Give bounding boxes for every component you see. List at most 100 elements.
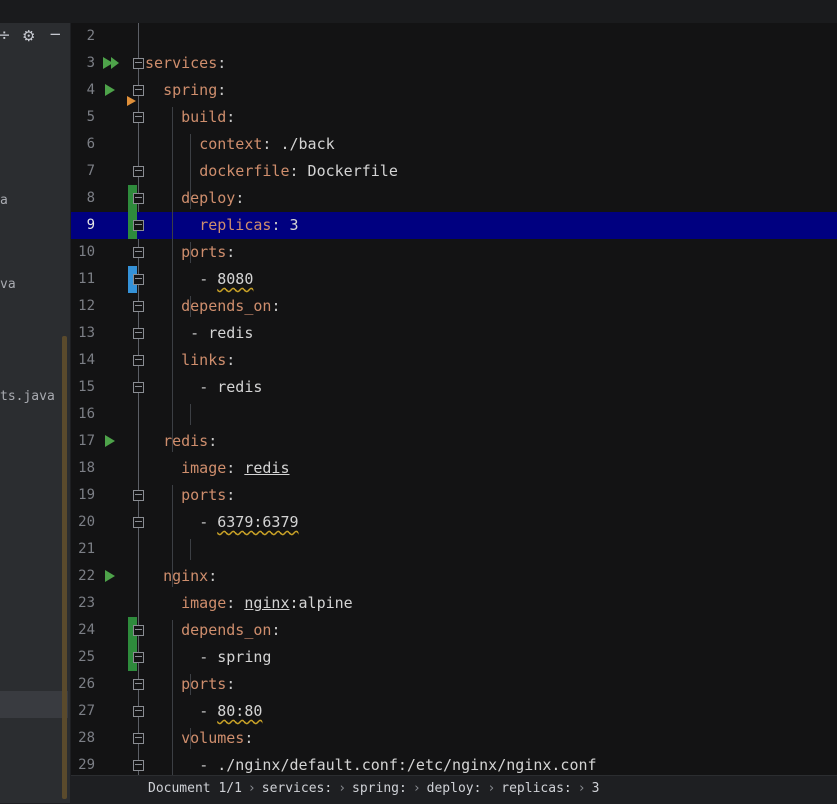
code-line[interactable]: 2 bbox=[71, 23, 837, 50]
code-text[interactable]: depends_on: bbox=[145, 617, 280, 644]
breadcrumb-item[interactable]: 3 bbox=[592, 781, 600, 796]
fold-icon[interactable] bbox=[133, 760, 144, 771]
code-line[interactable]: 8 deploy: bbox=[71, 185, 837, 212]
line-number[interactable]: 28 bbox=[71, 725, 95, 752]
line-number[interactable]: 10 bbox=[71, 239, 95, 266]
line-number[interactable]: 22 bbox=[71, 563, 95, 590]
line-number[interactable]: 16 bbox=[71, 401, 95, 428]
code-line[interactable]: 11 - 8080 bbox=[71, 266, 837, 293]
code-text[interactable]: - redis bbox=[145, 374, 262, 401]
code-line[interactable]: 29 - ./nginx/default.conf:/etc/nginx/ngi… bbox=[71, 752, 837, 775]
line-number[interactable]: 3 bbox=[71, 50, 95, 77]
code-line[interactable]: 26 ports: bbox=[71, 671, 837, 698]
sidebar-scrollbar[interactable] bbox=[62, 336, 67, 799]
code-text[interactable]: context: ./back bbox=[145, 131, 334, 158]
line-number[interactable]: 8 bbox=[71, 185, 95, 212]
line-number[interactable]: 11 bbox=[71, 266, 95, 293]
code-line[interactable]: 16 bbox=[71, 401, 837, 428]
code-line[interactable]: 4 spring: bbox=[71, 77, 837, 106]
line-number[interactable]: 6 bbox=[71, 131, 95, 158]
line-number[interactable]: 17 bbox=[71, 428, 95, 455]
breadcrumb-item[interactable]: services: bbox=[262, 781, 332, 796]
sidebar-item[interactable]: a bbox=[0, 193, 8, 208]
code-line[interactable]: 24 depends_on: bbox=[71, 617, 837, 644]
code-text[interactable]: nginx: bbox=[145, 563, 217, 590]
fold-icon[interactable] bbox=[133, 274, 144, 285]
line-number[interactable]: 24 bbox=[71, 617, 95, 644]
line-number[interactable]: 9 bbox=[71, 212, 95, 239]
code-text[interactable]: - 8080 bbox=[145, 266, 253, 293]
fold-icon[interactable] bbox=[133, 220, 144, 231]
gear-icon[interactable]: ⚙ bbox=[22, 27, 35, 45]
fold-icon[interactable] bbox=[133, 166, 144, 177]
line-number[interactable]: 12 bbox=[71, 293, 95, 320]
fold-icon[interactable] bbox=[133, 733, 144, 744]
fold-icon[interactable] bbox=[133, 193, 144, 204]
code-line[interactable]: 22 nginx: bbox=[71, 563, 837, 590]
code-text[interactable]: image: redis bbox=[145, 455, 289, 482]
run-icon[interactable] bbox=[105, 570, 115, 582]
line-number[interactable]: 19 bbox=[71, 482, 95, 509]
line-number[interactable]: 7 bbox=[71, 158, 95, 185]
sidebar-item[interactable]: ts.java bbox=[0, 389, 55, 404]
line-number[interactable]: 18 bbox=[71, 455, 95, 482]
fold-icon[interactable] bbox=[133, 112, 144, 123]
code-text[interactable]: - ./nginx/default.conf:/etc/nginx/nginx.… bbox=[145, 752, 596, 775]
code-line[interactable]: 9 replicas: 3 bbox=[71, 212, 837, 239]
fold-icon[interactable] bbox=[133, 652, 144, 663]
breadcrumb-item[interactable]: replicas: bbox=[501, 781, 571, 796]
code-line[interactable]: 19 ports: bbox=[71, 482, 837, 509]
code-text[interactable]: redis: bbox=[145, 428, 217, 455]
breadcrumb-item[interactable]: deploy: bbox=[427, 781, 482, 796]
breadcrumb-item[interactable]: spring: bbox=[352, 781, 407, 796]
fold-icon[interactable] bbox=[133, 85, 144, 96]
line-number[interactable]: 13 bbox=[71, 320, 95, 347]
code-line[interactable]: 14 links: bbox=[71, 347, 837, 374]
line-number[interactable]: 21 bbox=[71, 536, 95, 563]
code-line[interactable]: 15 - redis bbox=[71, 374, 837, 401]
code-text[interactable]: - 80:80 bbox=[145, 698, 262, 725]
code-line[interactable]: 23 image: nginx:alpine bbox=[71, 590, 837, 617]
line-number[interactable]: 5 bbox=[71, 104, 95, 131]
code-line[interactable]: 12 depends_on: bbox=[71, 293, 837, 320]
code-text[interactable]: depends_on: bbox=[145, 293, 280, 320]
code-line[interactable]: 28 volumes: bbox=[71, 725, 837, 752]
fold-icon[interactable] bbox=[133, 625, 144, 636]
code-line[interactable]: 27 - 80:80 bbox=[71, 698, 837, 725]
code-editor[interactable]: 2 3 services: 4 spring: 5 build: 6 context: .… bbox=[71, 23, 837, 775]
code-line[interactable]: 3 services: bbox=[71, 50, 837, 77]
code-text[interactable]: services: bbox=[145, 50, 226, 77]
code-text[interactable]: links: bbox=[145, 347, 235, 374]
code-text[interactable]: build: bbox=[145, 104, 235, 131]
sidebar-item[interactable]: va bbox=[0, 277, 16, 292]
line-number[interactable]: 20 bbox=[71, 509, 95, 536]
code-text[interactable]: spring: bbox=[145, 77, 226, 104]
fold-icon[interactable] bbox=[133, 247, 144, 258]
run-icon[interactable] bbox=[105, 435, 115, 447]
code-line[interactable]: 21 bbox=[71, 536, 837, 563]
line-number[interactable]: 23 bbox=[71, 590, 95, 617]
fold-icon[interactable] bbox=[133, 355, 144, 366]
code-text[interactable]: image: nginx:alpine bbox=[145, 590, 353, 617]
code-line[interactable]: 20 - 6379:6379 bbox=[71, 509, 837, 536]
code-text[interactable]: - redis bbox=[145, 320, 253, 347]
run-icon[interactable] bbox=[105, 84, 115, 96]
fold-icon[interactable] bbox=[133, 706, 144, 717]
breadcrumb-item[interactable]: Document 1/1 bbox=[148, 781, 242, 796]
code-line[interactable]: 5 build: bbox=[71, 104, 837, 131]
fold-icon[interactable] bbox=[133, 490, 144, 501]
code-text[interactable]: - spring bbox=[145, 644, 271, 671]
line-number[interactable]: 29 bbox=[71, 752, 95, 775]
code-line[interactable]: 13 - redis bbox=[71, 320, 837, 347]
fold-icon[interactable] bbox=[133, 58, 144, 69]
hide-panel-icon[interactable]: − bbox=[49, 25, 62, 43]
line-number[interactable]: 4 bbox=[71, 77, 95, 104]
code-line[interactable]: 6 context: ./back bbox=[71, 131, 837, 158]
code-text[interactable]: deploy: bbox=[145, 185, 244, 212]
line-number[interactable]: 25 bbox=[71, 644, 95, 671]
code-text[interactable]: dockerfile: Dockerfile bbox=[145, 158, 398, 185]
code-text[interactable]: replicas: 3 bbox=[145, 212, 298, 239]
code-line[interactable]: 10 ports: bbox=[71, 239, 837, 266]
code-line[interactable]: 18 image: redis bbox=[71, 455, 837, 482]
line-number[interactable]: 27 bbox=[71, 698, 95, 725]
